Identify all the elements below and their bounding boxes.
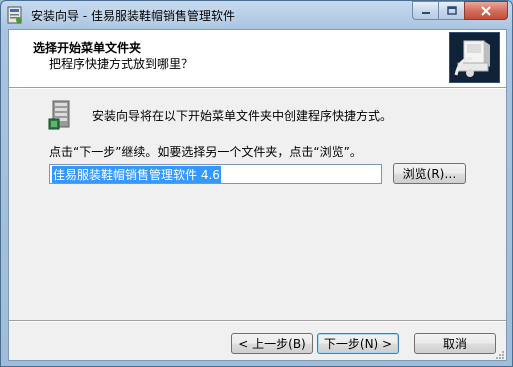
caption-buttons xyxy=(412,1,508,21)
installer-app-icon xyxy=(7,6,23,24)
page-title: 选择开始菜单文件夹 xyxy=(33,41,142,55)
browse-button[interactable]: 浏览(R)… xyxy=(393,163,466,184)
minimize-icon xyxy=(421,11,430,14)
close-icon xyxy=(481,5,491,16)
footer-divider xyxy=(9,320,506,322)
cancel-button[interactable]: 取消 xyxy=(414,333,496,354)
maximize-icon xyxy=(446,5,457,15)
resize-grip-icon[interactable] xyxy=(495,349,505,359)
window-title: 安装向导 - 佳易服装鞋帽销售管理软件 xyxy=(31,9,235,23)
next-button[interactable]: 下一步(N) > xyxy=(317,333,399,354)
maximize-button[interactable] xyxy=(438,1,464,20)
title-bar[interactable]: 安装向导 - 佳易服装鞋帽销售管理软件 xyxy=(1,1,512,29)
wizard-client-area: 选择开始菜单文件夹 把程序快捷方式放到哪里？ 安装向导将在以下开始菜单文件夹中创… xyxy=(8,29,507,361)
back-button[interactable]: < 上一步(B) xyxy=(231,333,313,354)
computer-install-icon xyxy=(449,32,500,83)
intro-text: 安装向导将在以下开始菜单文件夹中创建程序快捷方式。 xyxy=(92,109,393,123)
instruction-text: 点击“下一步”继续。如要选择另一个文件夹，点击“浏览”。 xyxy=(49,145,362,159)
installer-window: 安装向导 - 佳易服装鞋帽销售管理软件 选择开始菜单文件夹 把程序快捷方式放到哪… xyxy=(0,0,513,367)
folder-input-value: 佳易服装鞋帽销售管理软件 4.6 xyxy=(52,165,221,183)
minimize-button[interactable] xyxy=(412,1,438,20)
start-menu-folder-icon xyxy=(45,99,77,131)
close-button[interactable] xyxy=(464,1,508,20)
start-menu-folder-input[interactable]: 佳易服装鞋帽销售管理软件 4.6 xyxy=(49,164,382,184)
wizard-header: 选择开始菜单文件夹 把程序快捷方式放到哪里？ xyxy=(9,30,506,88)
header-divider xyxy=(9,88,506,89)
page-subtitle: 把程序快捷方式放到哪里？ xyxy=(49,57,194,71)
